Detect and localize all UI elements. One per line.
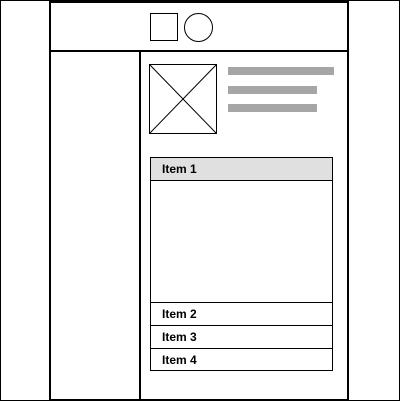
accordion-item-label: Item 3 [162,330,197,344]
accordion-item-3[interactable]: Item 3 [151,325,332,348]
accordion-item-1[interactable]: Item 1 [151,158,332,181]
circle-icon[interactable] [184,13,213,42]
accordion-item-label: Item 1 [162,162,197,176]
accordion-item-2[interactable]: Item 2 [151,302,332,325]
accordion-list: Item 1 Item 2 Item 3 Item 4 [150,157,333,371]
accordion-item-label: Item 2 [162,307,197,321]
text-placeholder-line [228,104,317,112]
text-placeholder-line [228,67,334,75]
image-placeholder-icon [149,64,217,134]
sidebar-divider [139,51,141,401]
image-placeholder-graphic [149,64,217,134]
square-icon[interactable] [150,13,178,41]
text-placeholder-line [228,86,317,94]
accordion-panel [151,181,332,302]
accordion-item-label: Item 4 [162,353,197,367]
accordion-item-4[interactable]: Item 4 [151,348,332,371]
